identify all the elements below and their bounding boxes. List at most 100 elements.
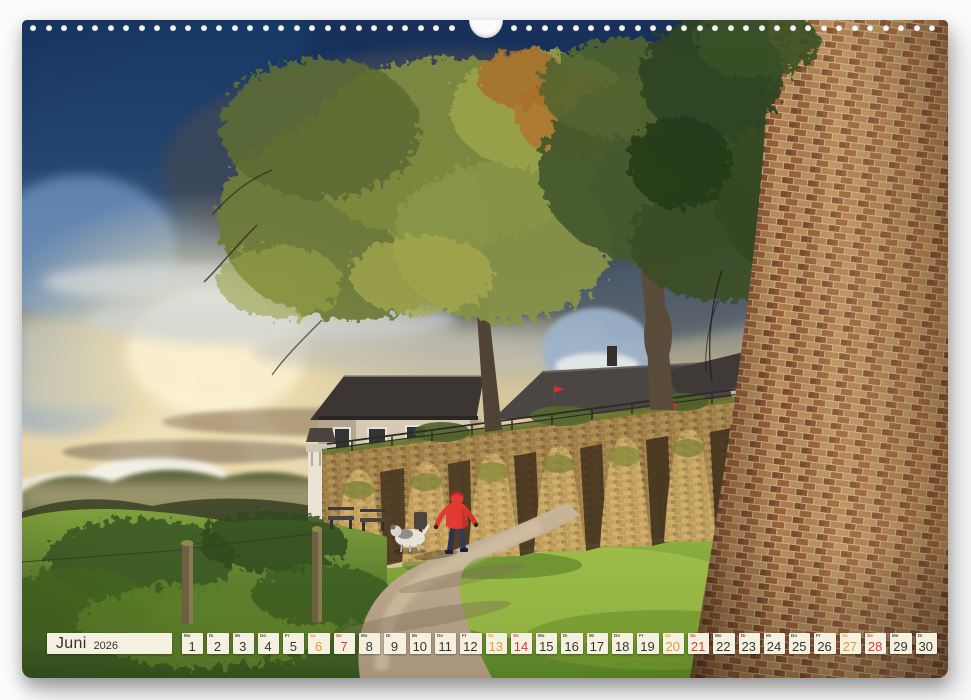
- binding-hole: [821, 25, 827, 31]
- day-number: 28: [865, 640, 885, 653]
- weekday-abbr: Fr: [285, 634, 290, 639]
- binding-hole: [418, 25, 424, 31]
- day-number: 22: [713, 640, 733, 653]
- calendar-page: Juni 2026 Mo1Di2Mi3Do4Fr5Sa6So7Mo8Di9Mi1…: [22, 20, 948, 678]
- binding-hole: [356, 25, 362, 31]
- weekday-abbr: Di: [918, 634, 923, 639]
- calendar-day-23: Di23: [739, 633, 760, 654]
- day-number: 13: [486, 640, 506, 653]
- day-number: 21: [688, 640, 708, 653]
- calendar-day-16: Di16: [561, 633, 582, 654]
- day-cells-row: Mo1Di2Mi3Do4Fr5Sa6So7Mo8Di9Mi10Do11Fr12S…: [182, 633, 937, 654]
- calendar-day-2: Di2: [207, 633, 228, 654]
- weekday-abbr: Do: [437, 634, 443, 639]
- binding-hole: [635, 25, 641, 31]
- month-name: Juni: [56, 636, 87, 652]
- year-label: 2026: [94, 640, 118, 652]
- binding-hole: [697, 25, 703, 31]
- calendar-product-shot: Juni 2026 Mo1Di2Mi3Do4Fr5Sa6So7Mo8Di9Mi1…: [0, 0, 971, 700]
- weekday-abbr: Do: [791, 634, 797, 639]
- binding-hole: [867, 25, 873, 31]
- calendar-day-26: Fr26: [814, 633, 835, 654]
- day-number: 25: [789, 640, 809, 653]
- binding-hole: [852, 25, 858, 31]
- calendar-day-10: Mi10: [410, 633, 431, 654]
- binding-hole: [61, 25, 67, 31]
- binding-hole: [387, 25, 393, 31]
- weekday-abbr: Di: [563, 634, 568, 639]
- binding-hole: [139, 25, 145, 31]
- weekday-abbr: Sa: [310, 634, 316, 639]
- binding-hole: [883, 25, 889, 31]
- binding-hole: [619, 25, 625, 31]
- binding-hole: [728, 25, 734, 31]
- calendar-day-3: Mi3: [233, 633, 254, 654]
- weekday-abbr: Mi: [412, 634, 417, 639]
- day-number: 12: [460, 640, 480, 653]
- calendar-day-6: Sa6: [308, 633, 329, 654]
- binding-hole: [263, 25, 269, 31]
- calendar-strip: Juni 2026 Mo1Di2Mi3Do4Fr5Sa6So7Mo8Di9Mi1…: [47, 633, 937, 654]
- weekday-abbr: Di: [386, 634, 391, 639]
- binding-hole: [278, 25, 284, 31]
- day-number: 8: [359, 640, 379, 653]
- binding-hole: [232, 25, 238, 31]
- day-number: 11: [435, 640, 455, 653]
- weekday-abbr: Mo: [184, 634, 191, 639]
- day-number: 4: [258, 640, 278, 653]
- binding-hole: [557, 25, 563, 31]
- weekday-abbr: So: [513, 634, 519, 639]
- day-number: 30: [916, 640, 936, 653]
- day-number: 10: [410, 640, 430, 653]
- binding-hole: [216, 25, 222, 31]
- day-number: 23: [739, 640, 759, 653]
- calendar-day-13: Sa13: [486, 633, 507, 654]
- binding-hole: [402, 25, 408, 31]
- weekday-abbr: Mo: [538, 634, 545, 639]
- calendar-day-29: Mo29: [890, 633, 911, 654]
- binding-hole: [898, 25, 904, 31]
- calendar-day-15: Mo15: [536, 633, 557, 654]
- binding-hole: [588, 25, 594, 31]
- weekday-abbr: Fr: [462, 634, 467, 639]
- weekday-abbr: Di: [741, 634, 746, 639]
- day-number: 5: [283, 640, 303, 653]
- day-number: 17: [587, 640, 607, 653]
- binding-hole: [449, 25, 455, 31]
- calendar-day-30: Di30: [916, 633, 937, 654]
- calendar-day-7: So7: [334, 633, 355, 654]
- binding-hole: [929, 25, 935, 31]
- calendar-day-8: Mo8: [359, 633, 380, 654]
- weekday-abbr: Mi: [589, 634, 594, 639]
- day-number: 2: [207, 640, 227, 653]
- binding-hole: [294, 25, 300, 31]
- day-number: 19: [637, 640, 657, 653]
- weekday-abbr: Sa: [665, 634, 671, 639]
- vignette: [22, 20, 948, 678]
- weekday-abbr: Mi: [766, 634, 771, 639]
- binding-hole: [185, 25, 191, 31]
- day-number: 7: [334, 640, 354, 653]
- day-number: 27: [840, 640, 860, 653]
- weekday-abbr: Do: [260, 634, 266, 639]
- binding-hole: [914, 25, 920, 31]
- binding-hole: [108, 25, 114, 31]
- cover-photo-town-wall-sunset: [22, 20, 948, 678]
- weekday-abbr: So: [867, 634, 873, 639]
- binding-hole: [790, 25, 796, 31]
- day-number: 9: [384, 640, 404, 653]
- calendar-day-20: Sa20: [663, 633, 684, 654]
- binding-hole: [340, 25, 346, 31]
- binding-hole: [77, 25, 83, 31]
- calendar-day-14: So14: [511, 633, 532, 654]
- binding-hole: [681, 25, 687, 31]
- day-number: 6: [308, 640, 328, 653]
- binding-hole: [774, 25, 780, 31]
- binding-hole: [247, 25, 253, 31]
- binding-hole: [526, 25, 532, 31]
- day-number: 15: [536, 640, 556, 653]
- calendar-day-24: Mi24: [764, 633, 785, 654]
- binding-hole: [309, 25, 315, 31]
- day-number: 24: [764, 640, 784, 653]
- binding-hole: [805, 25, 811, 31]
